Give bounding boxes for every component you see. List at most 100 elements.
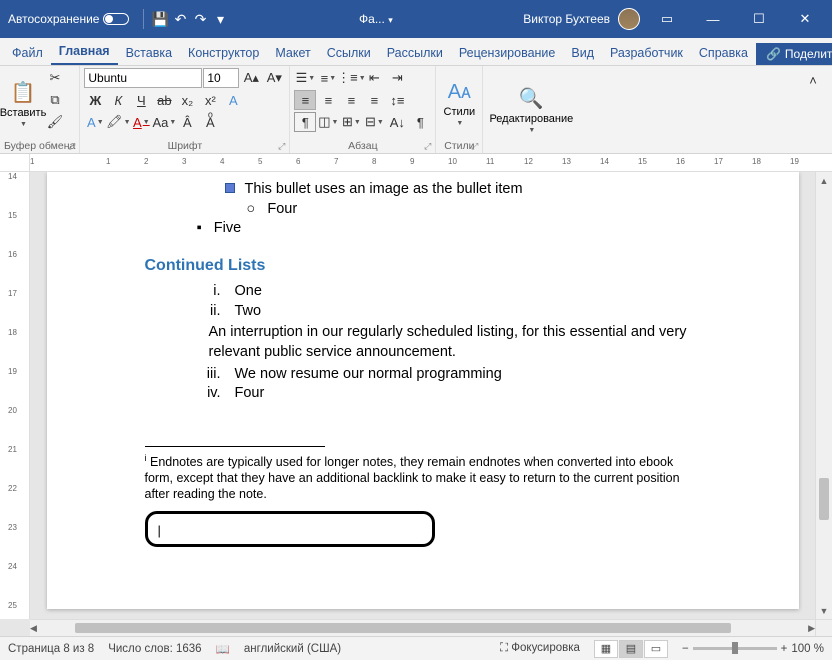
ribbon-display-icon[interactable]: ▭ <box>648 0 686 38</box>
line-spacing-icon[interactable]: ↕≡ <box>386 90 408 110</box>
format-painter-icon[interactable]: 🖌 <box>44 112 66 132</box>
superscript-button[interactable]: x² <box>199 90 221 110</box>
launcher-icon[interactable]: ⤢ <box>424 141 431 152</box>
highlight-icon[interactable]: A▼ <box>84 112 106 132</box>
font-name-input[interactable] <box>84 68 202 88</box>
borders2-icon[interactable]: ⊟▼ <box>363 112 385 132</box>
tab-view[interactable]: Вид <box>563 41 602 65</box>
scrollbar-vertical[interactable]: ▲ ▼ <box>815 172 832 619</box>
avatar[interactable] <box>618 8 640 30</box>
scroll-down-icon[interactable]: ▼ <box>816 602 832 619</box>
clear-format-icon[interactable]: Aͦ <box>199 112 221 132</box>
save-icon[interactable]: 💾 <box>152 11 168 27</box>
shrink-font-icon[interactable]: A▾ <box>263 68 285 88</box>
scroll-up-icon[interactable]: ▲ <box>816 172 832 189</box>
text-effects-icon[interactable]: A <box>222 90 244 110</box>
align-left-icon[interactable]: ≡ <box>294 90 316 110</box>
view-print-icon[interactable]: ▤ <box>619 640 643 658</box>
tab-references[interactable]: Ссылки <box>319 41 379 65</box>
list-item: i.One <box>145 282 701 302</box>
copy-icon[interactable]: ⧉ <box>44 90 66 110</box>
bold-button[interactable]: Ж <box>84 90 106 110</box>
subscript-button[interactable]: x₂ <box>176 90 198 110</box>
launcher-icon[interactable]: ⤢ <box>68 141 75 152</box>
font-color-icon[interactable]: 🖍▼ <box>107 112 129 132</box>
launcher-icon[interactable]: ⤢ <box>278 141 285 152</box>
view-web-icon[interactable]: ▭ <box>644 640 668 658</box>
zoom-slider[interactable] <box>693 647 777 650</box>
scrollbar-horizontal[interactable]: ◀ ▶ <box>30 619 815 636</box>
tab-file[interactable]: Файл <box>4 41 51 65</box>
group-label <box>487 151 575 153</box>
tab-insert[interactable]: Вставка <box>118 41 180 65</box>
decrease-indent-icon[interactable]: ⇤ <box>363 68 385 88</box>
minimize-icon[interactable]: — <box>694 0 732 38</box>
status-language[interactable]: английский (США) <box>244 643 341 655</box>
show-marks-icon[interactable]: ¶ <box>294 112 316 132</box>
shading-icon[interactable]: ◫▼ <box>317 112 339 132</box>
launcher-icon[interactable]: ⤢ <box>471 141 478 152</box>
italic-button[interactable]: К <box>107 90 129 110</box>
qat-customize-icon[interactable]: ▾ <box>212 11 228 27</box>
font-size-input[interactable] <box>203 68 239 88</box>
switch-icon <box>103 13 129 25</box>
share-button[interactable]: 🔗 Поделиться <box>756 43 832 65</box>
scroll-right-icon[interactable]: ▶ <box>808 620 815 637</box>
status-page[interactable]: Страница 8 из 8 <box>8 643 94 655</box>
tab-mailings[interactable]: Рассылки <box>379 41 451 65</box>
user-name[interactable]: Виктор Бухтеев <box>523 12 610 26</box>
close-icon[interactable]: ✕ <box>786 0 824 38</box>
tab-home[interactable]: Главная <box>51 39 118 65</box>
change-case-button[interactable]: Aa▼ <box>153 112 175 132</box>
increase-indent-icon[interactable]: ⇥ <box>386 68 408 88</box>
group-paragraph: ☰▼ ≡▼ ⋮≡▼ ⇤ ⇥ ≡ ≡ ≡ ≡ ↕≡ ¶ ◫▼ ⊞▼ ⊟ <box>290 66 436 153</box>
autosave-toggle[interactable]: Автосохранение <box>8 12 129 26</box>
char-scale-icon[interactable]: Â <box>176 112 198 132</box>
zoom-value[interactable]: 100 % <box>791 643 824 655</box>
cut-icon[interactable]: ✂ <box>44 68 66 88</box>
tab-help[interactable]: Справка <box>691 41 756 65</box>
align-right-icon[interactable]: ≡ <box>340 90 362 110</box>
styles-button[interactable]: Aᴀ Стили▼ <box>440 68 478 139</box>
zoom-out-button[interactable]: − <box>682 643 689 655</box>
ruler-vertical[interactable]: 141516171819202122232425 <box>0 172 30 619</box>
tab-design[interactable]: Конструктор <box>180 41 267 65</box>
ruler-horizontal[interactable]: 112345678910111213141516171819 <box>0 154 832 172</box>
tab-review[interactable]: Рецензирование <box>451 41 564 65</box>
spellcheck-icon[interactable]: 📖 <box>216 642 230 656</box>
scroll-thumb[interactable] <box>75 623 730 633</box>
align-center-icon[interactable]: ≡ <box>317 90 339 110</box>
numbering-icon[interactable]: ≡▼ <box>317 68 339 88</box>
zoom-in-button[interactable]: + <box>781 643 788 655</box>
scroll-thumb[interactable] <box>819 478 829 520</box>
document-area: 141516171819202122232425 This bullet use… <box>0 172 832 619</box>
titlebar: Автосохранение 💾 ↶ ↷ ▾ Фа... ▾ Виктор Бу… <box>0 0 832 38</box>
scroll-left-icon[interactable]: ◀ <box>30 620 37 637</box>
group-label: Стили⤢ <box>440 139 478 153</box>
list-item: iii.We now resume our normal programming <box>145 365 701 385</box>
grow-font-icon[interactable]: A▴ <box>240 68 262 88</box>
underline-button[interactable]: Ч <box>130 90 152 110</box>
tab-layout[interactable]: Макет <box>267 41 318 65</box>
collapse-ribbon-icon[interactable]: ˄ <box>802 70 824 90</box>
status-focus[interactable]: ⛶ Фокусировка <box>500 642 580 655</box>
sort-icon[interactable]: A↓ <box>386 112 408 132</box>
editing-button[interactable]: 🔍 Редактирование▼ <box>487 68 575 151</box>
tab-developer[interactable]: Разработчик <box>602 41 691 65</box>
pilcrow-icon[interactable]: ¶ <box>409 112 431 132</box>
bullets-icon[interactable]: ☰▼ <box>294 68 316 88</box>
justify-icon[interactable]: ≡ <box>363 90 385 110</box>
endnote-input[interactable]: | <box>145 511 435 547</box>
paste-button[interactable]: 📋 Вставить ▼ <box>4 68 42 139</box>
status-words[interactable]: Число слов: 1636 <box>108 643 201 655</box>
borders-icon[interactable]: ⊞▼ <box>340 112 362 132</box>
maximize-icon[interactable]: ☐ <box>740 0 778 38</box>
multilevel-icon[interactable]: ⋮≡▼ <box>340 68 362 88</box>
undo-icon[interactable]: ↶ <box>172 11 188 27</box>
strike-button[interactable]: ab <box>153 90 175 110</box>
font-color2-icon[interactable]: A▼ <box>130 112 152 132</box>
page-viewport[interactable]: This bullet uses an image as the bullet … <box>30 172 815 619</box>
redo-icon[interactable]: ↷ <box>192 11 208 27</box>
page[interactable]: This bullet uses an image as the bullet … <box>47 172 799 609</box>
view-read-icon[interactable]: ▦ <box>594 640 618 658</box>
